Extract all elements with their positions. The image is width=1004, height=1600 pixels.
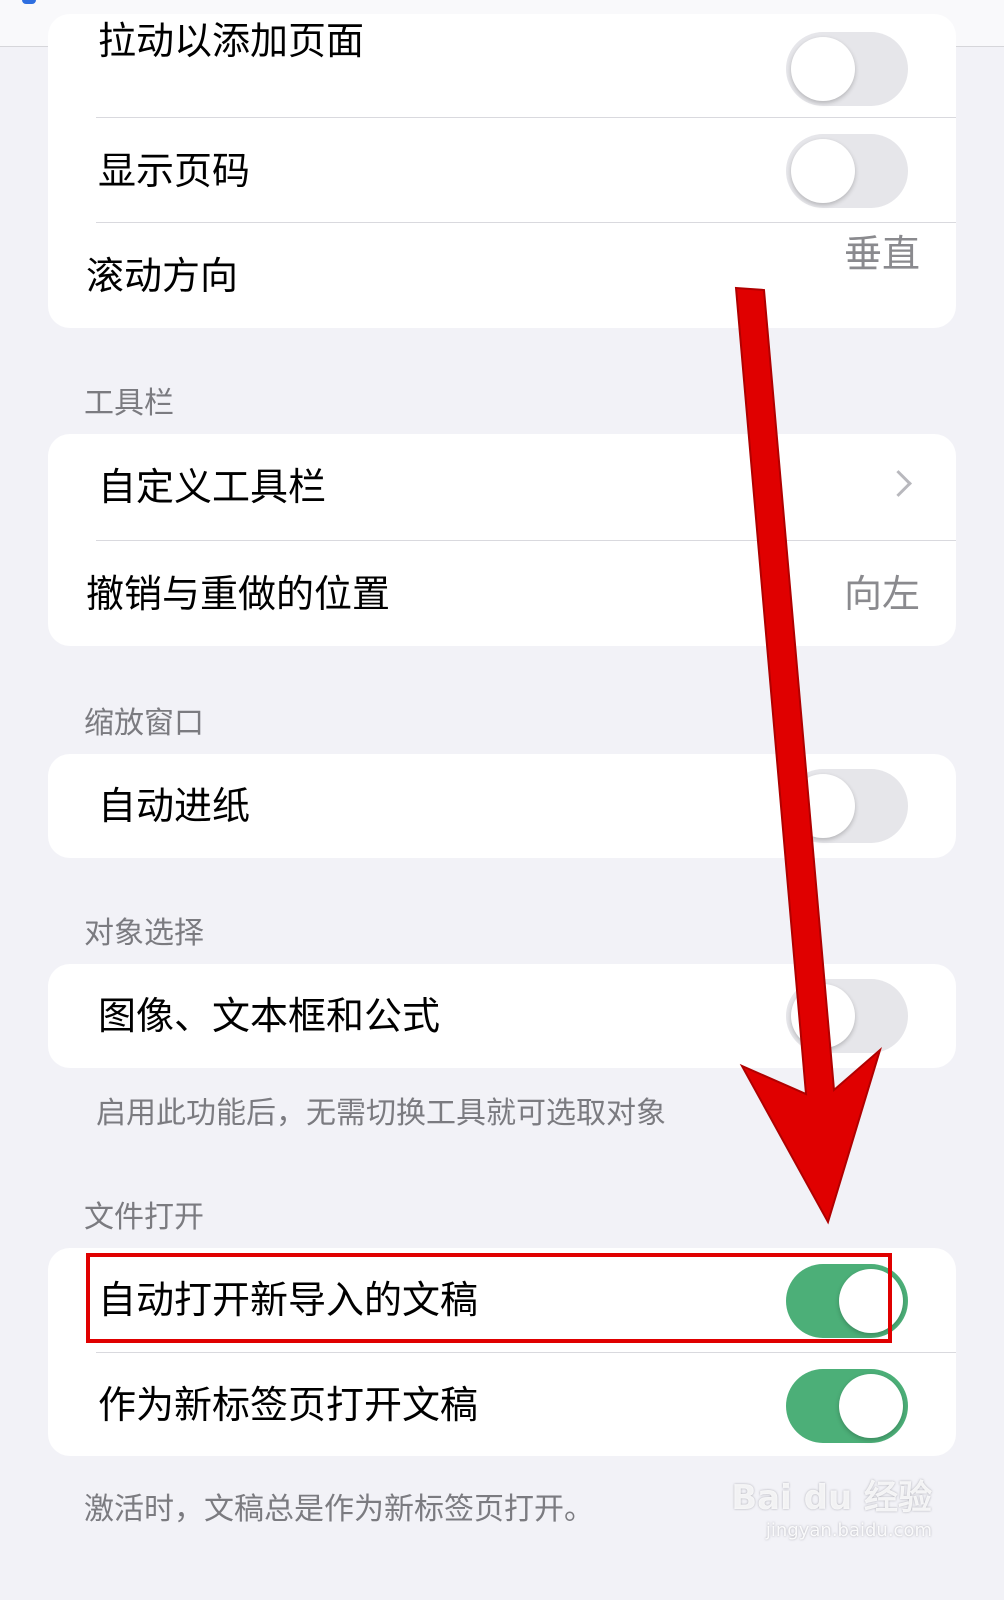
watermark-logo: Bai du 经验 (731, 1478, 932, 1518)
watermark-url: jingyan.baidu.com (765, 1520, 932, 1541)
annotation-arrow-icon (734, 286, 882, 1225)
